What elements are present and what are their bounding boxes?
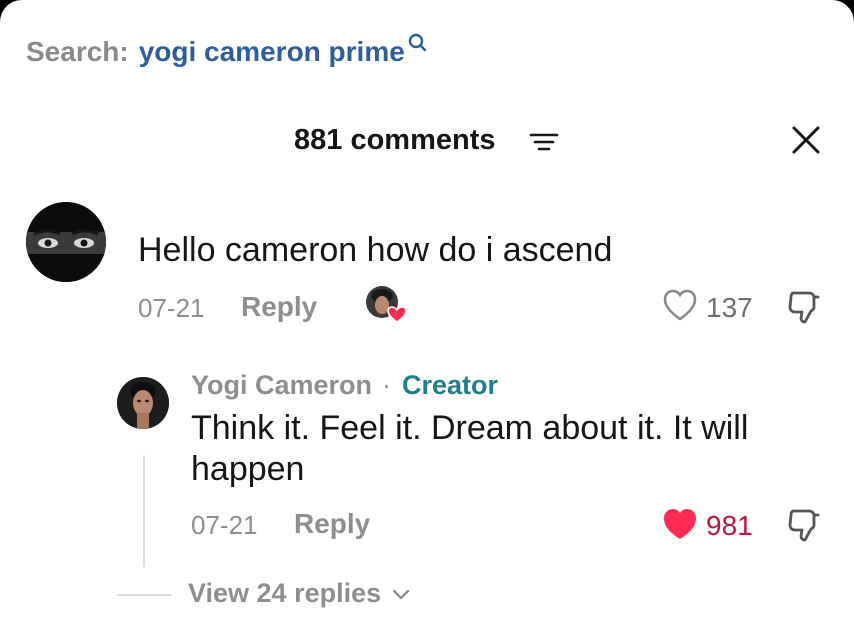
reply-button[interactable]: Reply — [294, 508, 370, 540]
divider — [117, 594, 172, 596]
comments-count-title: 881 comments — [294, 124, 496, 156]
filter-icon[interactable] — [527, 128, 561, 156]
chevron-down-icon — [392, 589, 410, 599]
reply-author[interactable]: Yogi Cameron — [191, 370, 372, 401]
dislike-icon[interactable] — [787, 507, 821, 543]
comments-header: 881 comments — [0, 118, 854, 168]
like-count: 981 — [706, 510, 753, 541]
search-term[interactable]: yogi cameron prime — [139, 36, 405, 68]
close-icon[interactable] — [790, 124, 822, 156]
like-count: 137 — [706, 292, 753, 323]
search-icon[interactable] — [407, 32, 427, 56]
view-replies-label: View 24 replies — [188, 578, 382, 608]
reply-button[interactable]: Reply — [241, 291, 317, 323]
creator-avatar[interactable] — [117, 377, 169, 429]
separator-dot: · — [382, 370, 391, 400]
comment-date: 07-21 — [138, 293, 205, 323]
reply-text: Think it. Feel it. Dream about it. It wi… — [191, 409, 749, 488]
heart-filled-icon[interactable] — [661, 507, 699, 541]
reply-date: 07-21 — [191, 510, 258, 540]
search-bar[interactable]: Search: yogi cameron prime — [26, 33, 427, 68]
dislike-icon[interactable] — [787, 289, 821, 325]
comment-text: Hello cameron how do i ascend — [138, 231, 613, 269]
search-label: Search: — [26, 36, 129, 67]
heart-outline-icon[interactable] — [662, 288, 698, 322]
creator-badge: Creator — [402, 370, 499, 400]
avatar[interactable] — [26, 202, 106, 282]
liked-by-creator-icon — [366, 286, 407, 323]
thread-line — [143, 455, 145, 567]
comments-sheet: Search: yogi cameron prime 881 comments — [0, 0, 854, 633]
view-replies-button[interactable]: View 24 replies — [188, 578, 411, 609]
